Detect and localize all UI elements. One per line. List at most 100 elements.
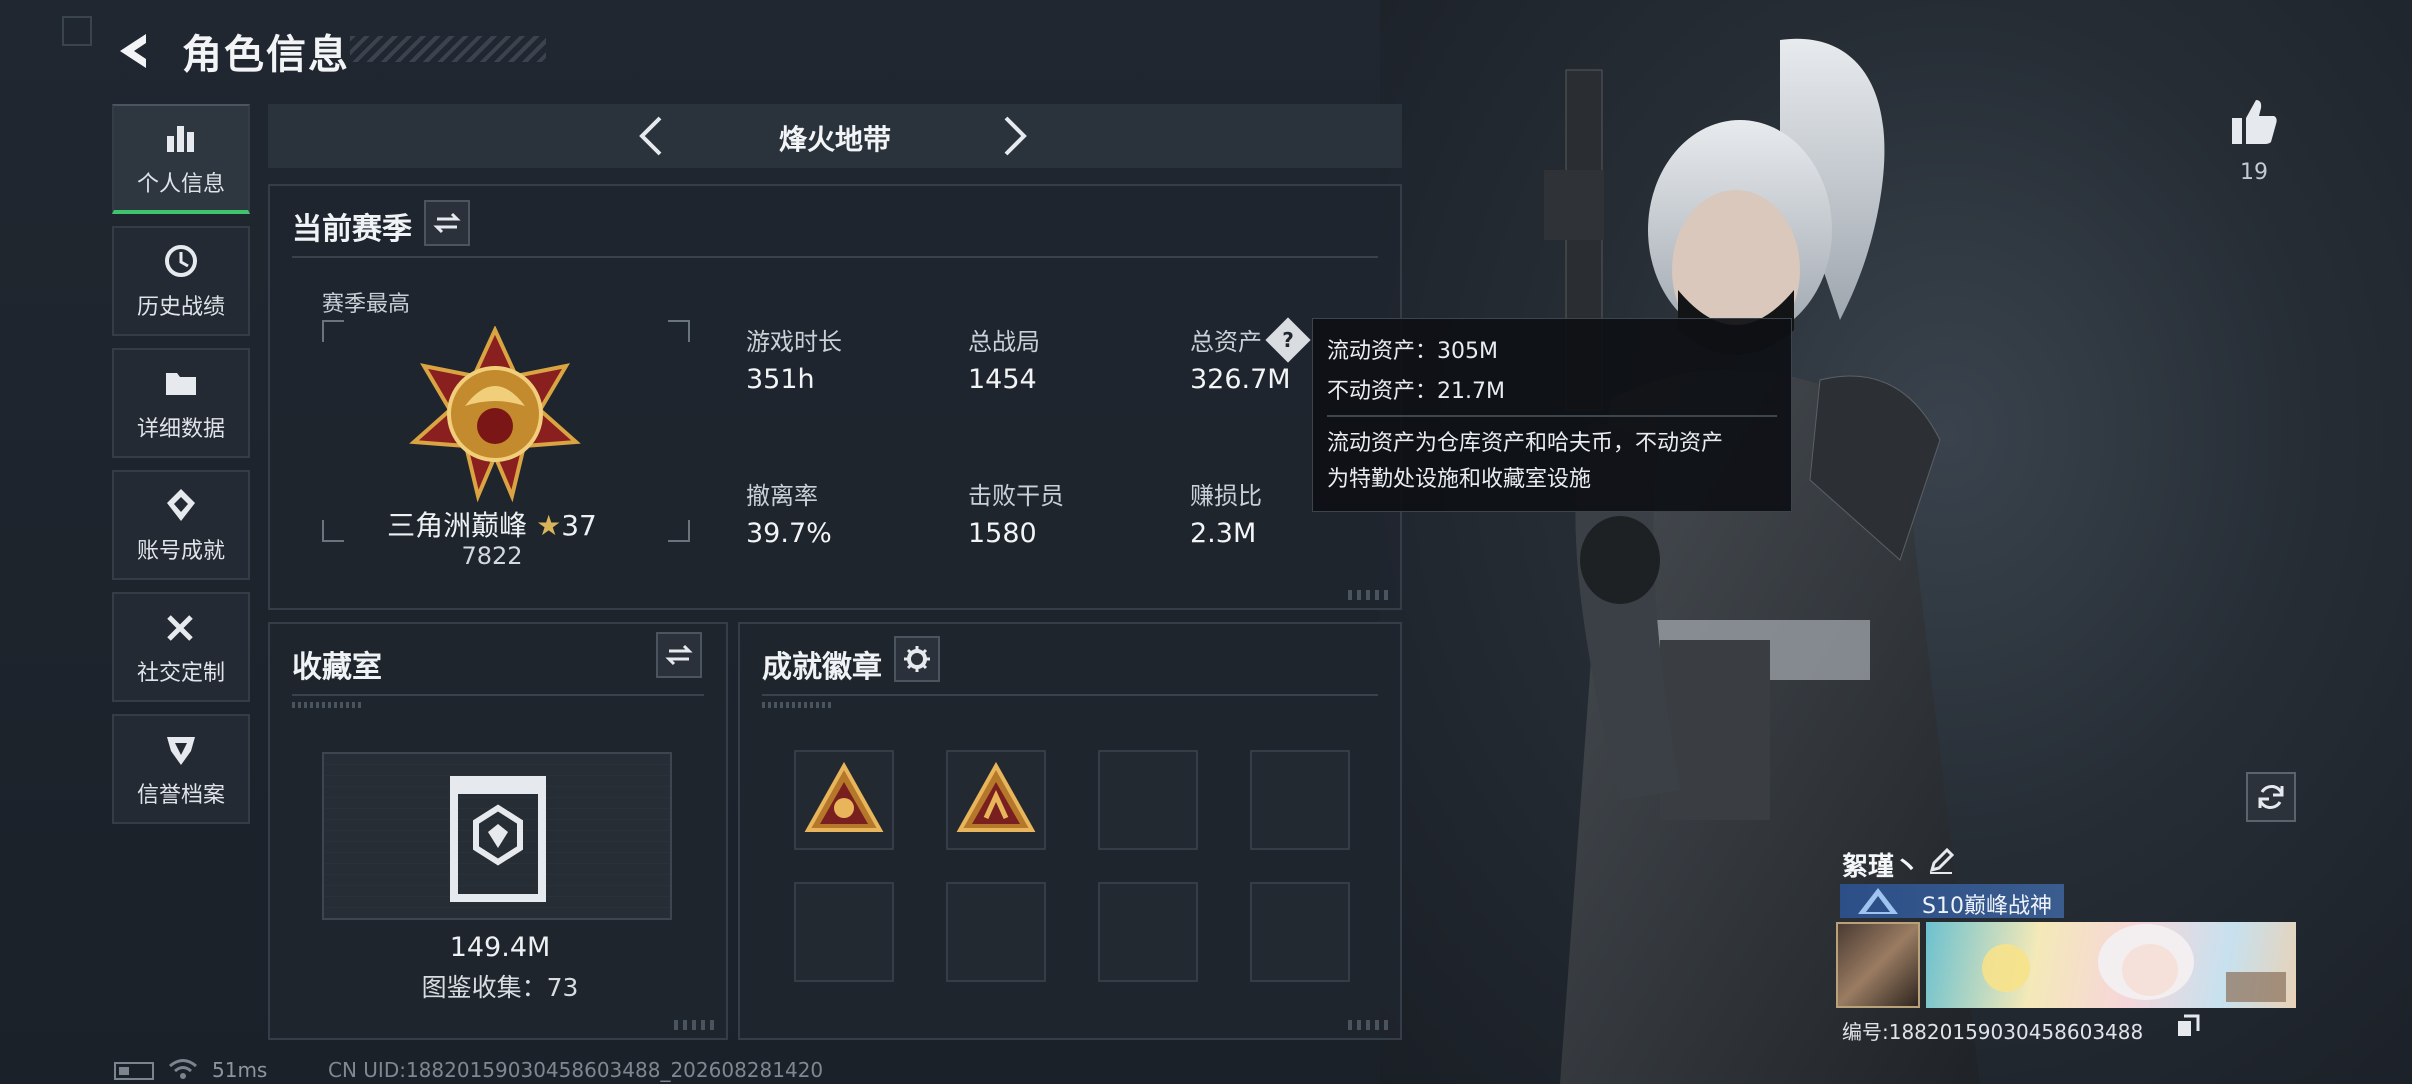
collection-count: 图鉴收集：73 [421,973,579,1002]
divider-dots [292,702,362,708]
season-switch-button[interactable] [424,200,470,246]
next-mode-button[interactable] [990,112,1038,160]
stat-value-playtime: 351h [746,364,815,395]
rank-medal-icon [409,326,581,503]
uid-watermark: CN UID:18820159030458603488_202608281420 [328,1058,824,1082]
badge-slot-2[interactable] [946,750,1046,850]
corner-decoration [1348,1020,1390,1030]
stat-label-operators-defeated: 击败干员 [968,482,1064,510]
mode-name: 烽火地带 [778,123,891,156]
divider [1327,415,1777,417]
page-title: 角色信息 [182,32,350,78]
tooltip-liquid-assets: 流动资产：305M [1327,339,1498,364]
badge-slot-5[interactable] [794,882,894,982]
stat-value-extraction-rate: 39.7% [746,518,832,549]
triangle-badge-icon [804,761,884,832]
tooltip-description-line1: 流动资产为仓库资产和哈夫币，不动资产 [1327,431,1724,456]
corner-decoration [674,1020,716,1030]
title-decoration [350,36,546,62]
stat-label-total-matches: 总战局 [968,328,1040,356]
collection-switch-button[interactable] [656,632,702,678]
sidebar-item-label: 社交定制 [136,661,225,686]
star-icon: ★ [536,509,562,542]
player-id: 编号:18820159030458603488 [1842,1020,2144,1044]
swap-icon [433,212,461,234]
collection-panel[interactable]: 收藏室 149.4M 图鉴收集：73 [268,622,728,1040]
sidebar-item-label: 历史战绩 [136,295,225,320]
refresh-icon [2258,785,2284,809]
tools-icon [167,615,193,641]
avatar[interactable] [1836,922,1920,1008]
tooltip-fixed-assets: 不动资产：21.7M [1327,379,1505,404]
player-title-badge: S10巅峰战神 [1840,884,2064,919]
like-count: 19 [2240,160,2268,185]
battery-icon [114,1062,154,1080]
tooltip-description-line2: 为特勤处设施和收藏室设施 [1327,467,1592,492]
back-button[interactable] [112,28,158,74]
folder-icon [166,373,196,395]
stat-label-total-assets: 总资产 [1190,328,1262,356]
rotate-character-button[interactable] [2246,772,2296,822]
stat-label-profit-ratio: 赚损比 [1190,482,1262,510]
ping-readout: 51ms [212,1058,268,1082]
reputation-icon [167,737,195,765]
player-title-text: S10巅峰战神 [1922,894,2052,919]
sidebar-item-reputation[interactable]: 信誉档案 [112,714,250,824]
sidebar-item-history[interactable]: 历史战绩 [112,226,250,336]
back-arrow-icon [120,34,146,68]
season-panel-title: 当前赛季 [292,212,412,247]
sidebar-item-personal-info[interactable]: 个人信息 [112,104,250,214]
sidebar-item-label: 个人信息 [136,172,225,197]
collection-panel-title: 收藏室 [292,650,382,685]
divider-dots [762,702,832,708]
badges-panel-title: 成就徽章 [762,650,882,685]
badges-settings-button[interactable] [894,636,940,682]
swap-icon [665,644,693,666]
triangle-badge-icon [956,761,1036,832]
corner-decoration [62,16,92,46]
stat-value-operators-defeated: 1580 [968,518,1037,549]
badge-slot-3[interactable] [1098,750,1198,850]
rank-points: 7822 [461,542,523,570]
badge-slot-8[interactable] [1250,882,1350,982]
divider [292,694,704,696]
divider [762,694,1378,696]
season-best-label: 赛季最高 [322,292,411,317]
title-emblem-icon [1858,888,1898,914]
collection-value: 149.4M [449,932,551,963]
thumbs-up-icon[interactable] [2228,96,2280,148]
history-clock-icon [165,245,197,277]
edit-pencil-icon[interactable] [1926,846,1956,876]
stat-value-total-matches: 1454 [968,364,1037,395]
bar-chart-icon [167,126,194,152]
stat-label-playtime: 游戏时长 [746,328,842,356]
assets-help-icon[interactable]: ? [1265,317,1311,363]
sidebar: 个人信息 历史战绩 详细数据 账号成就 社交定制 信誉档案 [112,104,250,836]
sidebar-item-detailed-data[interactable]: 详细数据 [112,348,250,458]
stat-value-profit-ratio: 2.3M [1190,518,1257,549]
sidebar-item-label: 信誉档案 [136,783,225,808]
badge-slot-6[interactable] [946,882,1046,982]
assets-tooltip: 流动资产：305M 不动资产：21.7M 流动资产为仓库资产和哈夫币，不动资产 … [1312,318,1792,512]
rank-stars: 37 [561,509,597,542]
badge-slot-1[interactable] [794,750,894,850]
sidebar-item-achievements[interactable]: 账号成就 [112,470,250,580]
sidebar-item-social[interactable]: 社交定制 [112,592,250,702]
corner-decoration [1348,590,1390,600]
banner-artwork [1982,924,2286,1002]
copy-icon[interactable] [2176,1014,2200,1038]
achievement-icon [167,489,195,521]
stat-label-extraction-rate: 撤离率 [746,482,818,510]
gear-icon [904,646,930,672]
stat-value-total-assets: 326.7M [1190,364,1291,395]
sidebar-item-label: 账号成就 [136,539,225,564]
badge-slot-7[interactable] [1098,882,1198,982]
badge-slot-4[interactable] [1250,750,1350,850]
divider [292,256,1378,258]
rank-name: 三角洲巅峰 ★37 [320,504,664,544]
vault-icon [450,776,546,902]
mode-switch-bar: 烽火地带 [268,104,1402,168]
badges-panel: 成就徽章 [738,622,1402,1040]
wifi-icon [169,1059,197,1079]
season-panel: 当前赛季 赛季最高 三角洲巅峰 ★37 7822 游戏时长 351h 总战局 1… [268,184,1402,610]
